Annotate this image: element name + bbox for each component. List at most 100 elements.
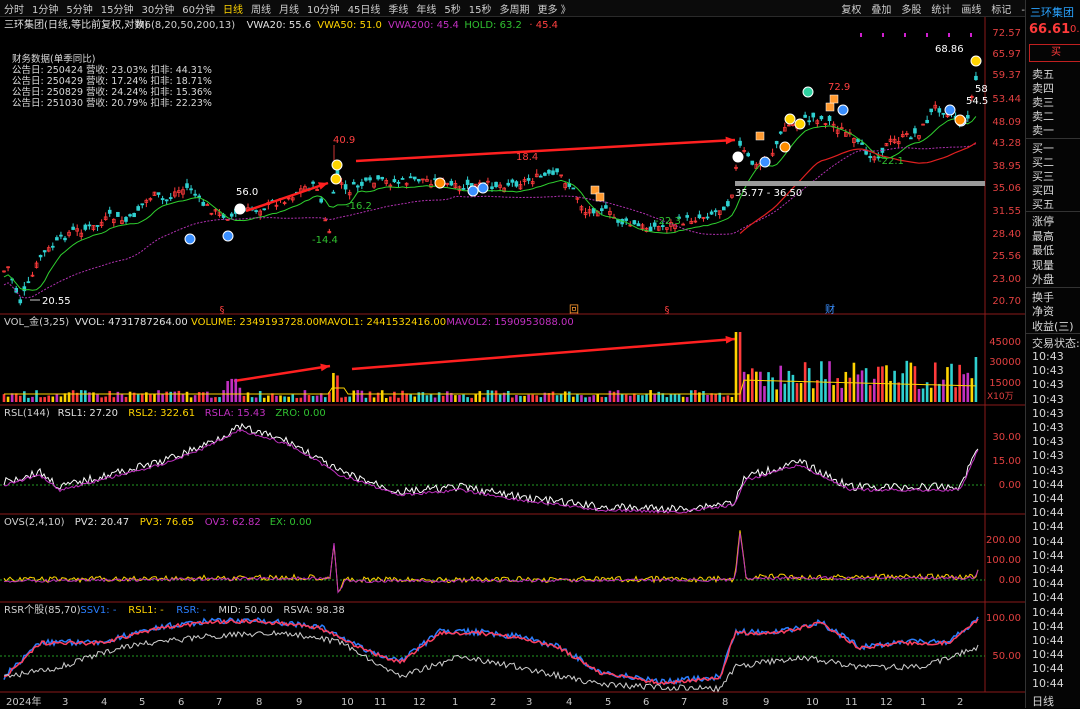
timeframe-tab[interactable]: 日线 [219, 1, 247, 16]
volume-bar [332, 372, 335, 402]
volume-bar [104, 396, 107, 402]
tick-time: 10:44 [1032, 520, 1064, 534]
volume-bar [59, 396, 63, 402]
volume-bar [393, 391, 396, 402]
timeframe-tab[interactable]: 月线 [275, 1, 303, 16]
volume-bar [767, 372, 770, 402]
candle-body [461, 188, 466, 190]
order-book-label: 卖一 [1032, 124, 1054, 137]
volume-bar [506, 390, 510, 402]
volume-bar [942, 379, 945, 402]
volume-bar [563, 391, 567, 402]
volume-bar [901, 373, 905, 402]
volume-bar [596, 393, 600, 402]
volume-bar [380, 390, 384, 402]
timeframe-tab[interactable]: 更多 》 [534, 1, 575, 16]
volume-bar [714, 393, 717, 402]
timeframe-tab[interactable]: 30分钟 [137, 1, 178, 16]
volume-bar [474, 394, 478, 402]
volume-bar [441, 395, 445, 402]
tool-button[interactable]: 复权 [836, 1, 866, 16]
buy-signal-icon [467, 185, 479, 197]
ov3-line [3, 533, 979, 594]
main-indicator: M6(8,20,50,200,13) [136, 20, 235, 31]
timeframe-tab[interactable]: 45日线 [344, 1, 385, 16]
sell-signal-icon [954, 114, 966, 126]
tick-time: 10:44 [1032, 648, 1064, 662]
timeframe-tab[interactable]: 季线 [384, 1, 412, 16]
volume-bar [633, 393, 636, 402]
x-axis-label: 9 [763, 697, 769, 708]
volume-bar [917, 388, 921, 402]
financial-data-box: 财务数据(单季同比) 公告日: 250424 营收: 23.03% 扣非: 44… [12, 54, 212, 109]
sell-signal-icon [779, 141, 791, 153]
y-tick-label: 72.57 [992, 28, 1021, 39]
y-tick-label: 59.37 [992, 70, 1021, 81]
main-indicator: VWA20: 55.6 [247, 20, 312, 31]
candle-body [510, 179, 515, 183]
volume-bar [287, 396, 290, 402]
x-axis-label: 10 [806, 697, 819, 708]
ovs-indicator: PV3: 76.65 [140, 517, 194, 528]
tool-button[interactable]: 多股 [896, 1, 926, 16]
candle-body [811, 112, 816, 118]
sell-signal-icon [434, 177, 446, 189]
volume-bar [222, 390, 225, 402]
tool-button[interactable]: 画线 [956, 1, 986, 16]
timeframe-tab[interactable]: 60分钟 [178, 1, 219, 16]
timeframe-tab[interactable]: 15秒 [465, 1, 496, 16]
volume-bar [136, 394, 140, 402]
buy-button[interactable]: 买 [1029, 44, 1080, 62]
rsr-indicator: RSL1: - [128, 605, 164, 616]
kline-chart-svg[interactable]: 三环集团(日线,等比前复权,对数)M6(8,20,50,200,13) VWA20… [0, 17, 1025, 708]
timeframe-tab[interactable]: 周线 [247, 1, 275, 16]
volume-bar [722, 396, 726, 402]
y-tick-label: 30000 [989, 357, 1021, 368]
event-marker: 财 [825, 303, 835, 316]
tool-button[interactable]: 标记 [986, 1, 1016, 16]
candle-body [937, 108, 942, 113]
volume-bar [360, 390, 364, 402]
volume-bar [877, 366, 880, 402]
price-annotation: -14.4 [312, 235, 338, 246]
volume-bar [466, 397, 469, 402]
tool-button[interactable]: 叠加 [866, 1, 896, 16]
candle-body [648, 226, 653, 232]
financial-row: 公告日: 251030 营收: 20.79% 扣非: 22.23% [12, 98, 212, 109]
volume-bar [14, 393, 18, 402]
volume-bar [258, 391, 262, 402]
timeframe-tab[interactable]: 5秒 [440, 1, 464, 16]
volume-bar [112, 397, 116, 402]
financial-row: 公告日: 250429 营收: 17.24% 扣非: 18.71% [12, 76, 212, 87]
timeframe-tab[interactable]: 5分钟 [62, 1, 96, 16]
period-label: 日线 [1032, 695, 1054, 708]
timeframe-tab[interactable]: 多周期 [496, 1, 534, 16]
tick-time: 10:44 [1032, 492, 1064, 505]
chart-area[interactable]: 三环集团(日线,等比前复权,对数) M6(8,20,50,200,13) VWA20… [0, 17, 1025, 708]
stock-name[interactable]: 三环集团 [1030, 4, 1074, 20]
y-tick-label: 0.00 [999, 575, 1021, 586]
top-tick-mark [926, 33, 928, 37]
timeframe-tab[interactable]: 分时 [0, 1, 28, 16]
volume-bar [283, 396, 286, 402]
volume-bar [254, 397, 258, 402]
volume-bar [336, 375, 339, 402]
timeframe-tab[interactable]: 1分钟 [28, 1, 62, 16]
tool-button[interactable]: 统计 [926, 1, 956, 16]
tick-time: 10:43 [1032, 364, 1064, 378]
y-tick-label: 35.06 [992, 183, 1021, 194]
candle-body [709, 211, 714, 215]
volume-bar [303, 390, 307, 402]
timeframe-tab[interactable]: 15分钟 [97, 1, 138, 16]
main-indicator: VWA50: 51.0 [317, 20, 382, 31]
volume-bar [31, 396, 34, 402]
gold-signal-icon [330, 173, 342, 185]
volume-bar [555, 395, 559, 402]
timeframe-tab[interactable]: 10分钟 [303, 1, 344, 16]
candle-body [59, 234, 63, 237]
timeframe-tab[interactable]: 年线 [412, 1, 440, 16]
tick-time: 10:43 [1032, 421, 1064, 434]
box-marker-icon [825, 102, 835, 112]
y-tick-label: 0.00 [999, 480, 1021, 491]
volume-bar [836, 378, 839, 402]
